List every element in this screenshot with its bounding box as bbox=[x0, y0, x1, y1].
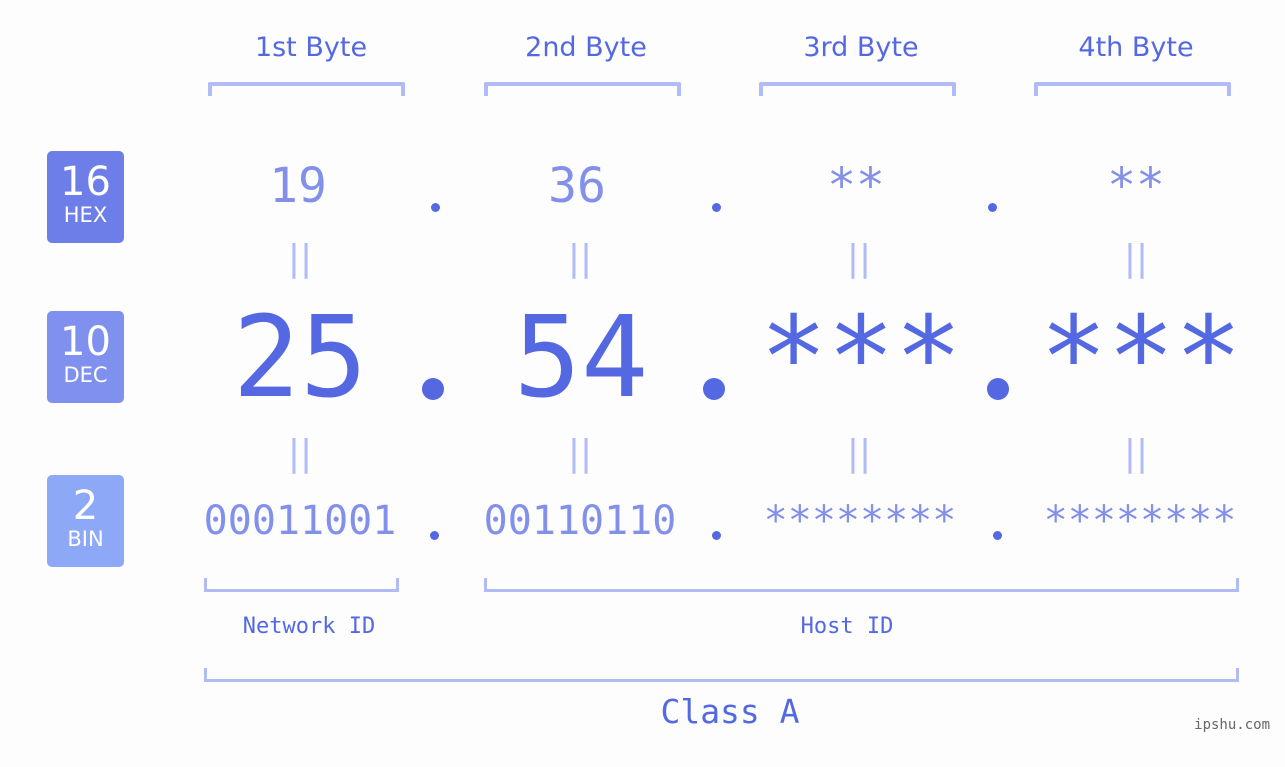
hex-octet-2: 36 bbox=[548, 158, 606, 214]
hex-separator-dot bbox=[988, 203, 997, 212]
equals-icon: || bbox=[846, 433, 872, 474]
dec-badge-base: 10 bbox=[60, 319, 111, 365]
bin-badge-label: BIN bbox=[67, 527, 104, 551]
network-id-bracket bbox=[204, 578, 399, 592]
bin-octet-4: ******** bbox=[1043, 498, 1237, 544]
network-id-label: Network ID bbox=[242, 614, 376, 639]
dec-octet-1: 25 bbox=[232, 293, 368, 423]
dec-octet-3: *** bbox=[759, 293, 963, 423]
class-label: Class A bbox=[660, 692, 800, 731]
dec-separator-dot bbox=[422, 378, 444, 400]
byte-bracket-1 bbox=[208, 82, 405, 96]
host-id-bracket bbox=[484, 578, 1239, 592]
bin-octet-2: 00110110 bbox=[483, 498, 677, 544]
hex-octet-1: 19 bbox=[269, 158, 327, 214]
equals-icon: || bbox=[567, 433, 593, 474]
byte-header-4: 4th Byte bbox=[1078, 32, 1194, 63]
equals-icon: || bbox=[567, 238, 593, 279]
class-bracket bbox=[204, 668, 1239, 682]
dec-badge: 10 DEC bbox=[47, 311, 124, 403]
hex-badge-label: HEX bbox=[63, 203, 108, 227]
dec-octet-4: *** bbox=[1039, 293, 1243, 423]
equals-icon: || bbox=[287, 238, 313, 279]
hex-separator-dot bbox=[712, 203, 721, 212]
hex-octet-3: ** bbox=[827, 158, 885, 214]
bin-octet-1: 00011001 bbox=[203, 498, 397, 544]
dec-separator-dot bbox=[987, 378, 1009, 400]
bin-badge: 2 BIN bbox=[47, 475, 124, 567]
hex-badge-base: 16 bbox=[60, 159, 111, 205]
byte-bracket-2 bbox=[484, 82, 681, 96]
hex-badge: 16 HEX bbox=[47, 151, 124, 243]
bin-separator-dot bbox=[993, 531, 1002, 540]
watermark: ipshu.com bbox=[1194, 717, 1270, 733]
dec-octet-2: 54 bbox=[513, 293, 649, 423]
byte-bracket-4 bbox=[1034, 82, 1231, 96]
hex-octet-4: ** bbox=[1107, 158, 1165, 214]
equals-icon: || bbox=[287, 433, 313, 474]
equals-icon: || bbox=[1123, 433, 1149, 474]
dec-badge-label: DEC bbox=[63, 363, 108, 387]
equals-icon: || bbox=[1123, 238, 1149, 279]
equals-icon: || bbox=[846, 238, 872, 279]
byte-header-3: 3rd Byte bbox=[803, 32, 919, 63]
byte-bracket-3 bbox=[759, 82, 956, 96]
byte-header-1: 1st Byte bbox=[254, 32, 368, 63]
dec-separator-dot bbox=[703, 378, 725, 400]
hex-separator-dot bbox=[431, 203, 440, 212]
bin-separator-dot bbox=[712, 531, 721, 540]
bin-separator-dot bbox=[430, 531, 439, 540]
bin-octet-3: ******** bbox=[763, 498, 957, 544]
bin-badge-base: 2 bbox=[72, 483, 99, 529]
byte-header-2: 2nd Byte bbox=[525, 32, 647, 63]
host-id-label: Host ID bbox=[800, 614, 894, 639]
